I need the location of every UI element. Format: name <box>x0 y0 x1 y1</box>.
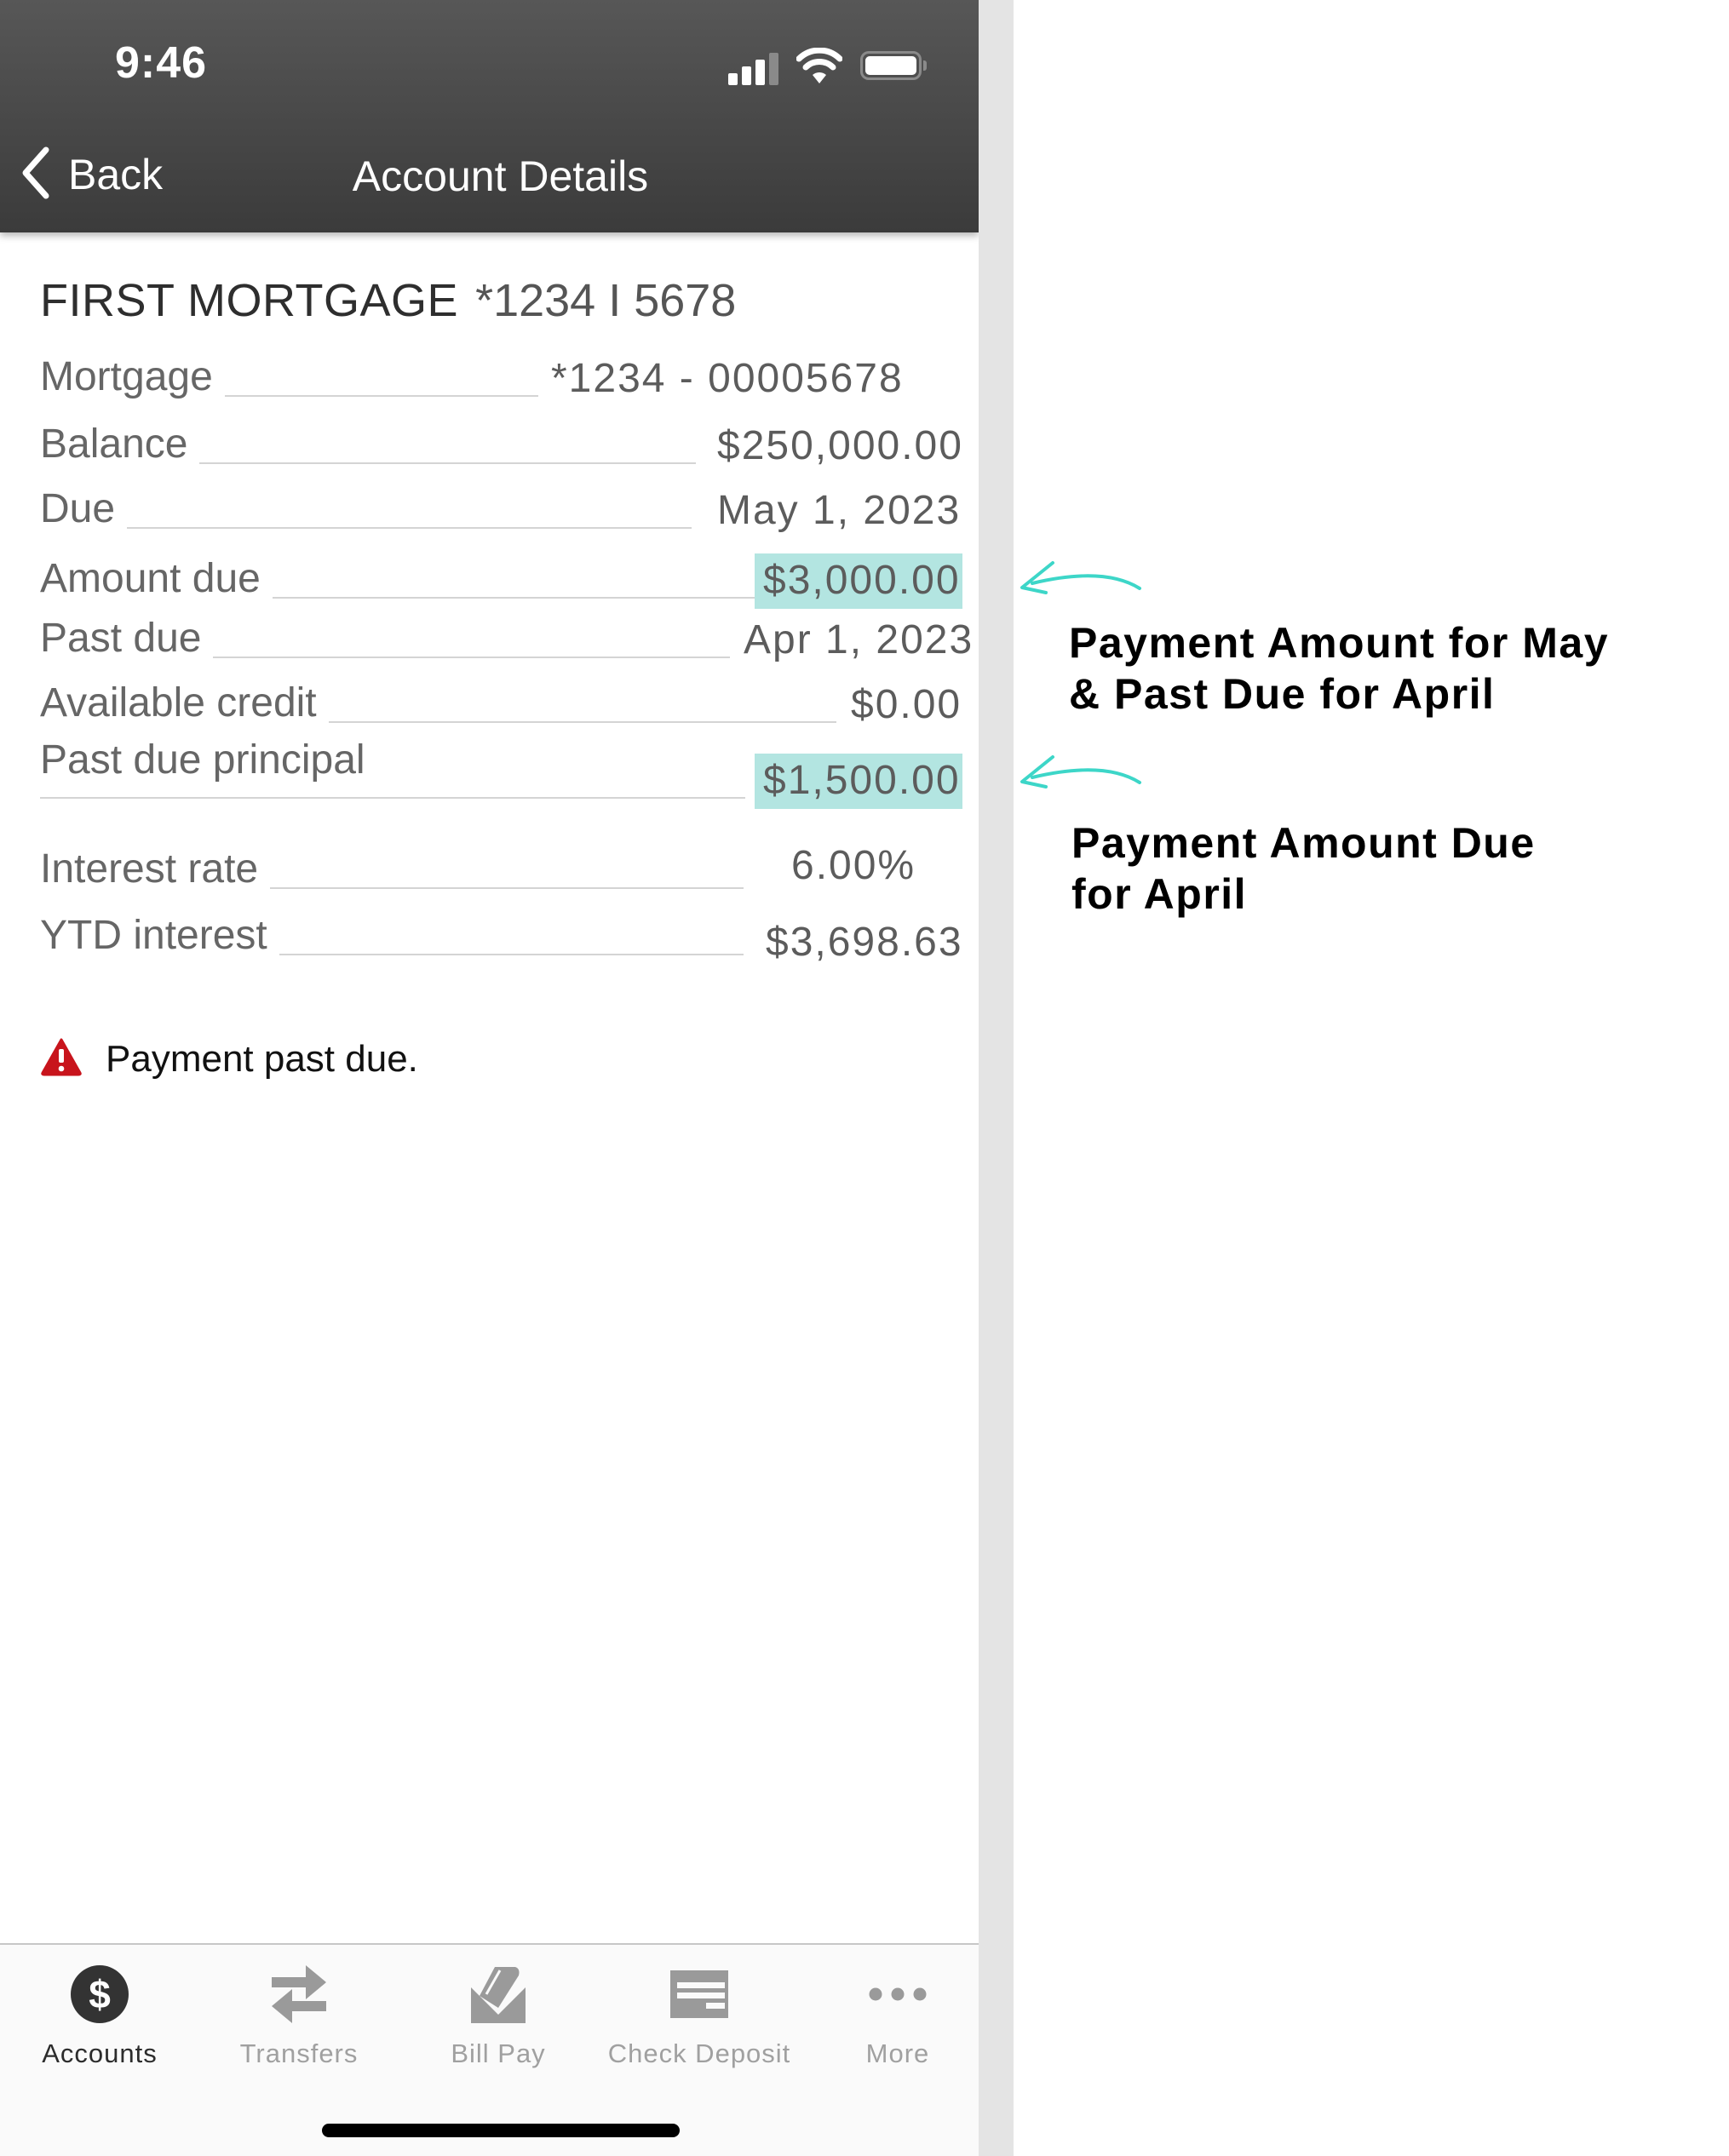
row-leader <box>40 797 745 799</box>
dollar-circle-icon: $ <box>69 1964 130 2025</box>
account-name: FIRST MORTGAGE <box>40 275 459 326</box>
tab-more[interactable]: More <box>800 1945 979 2090</box>
phone-screen: 9:46 Back Account Details FIRST MORTGAGE… <box>0 0 979 2156</box>
tab-label: Check Deposit <box>607 2038 791 2068</box>
tab-transfers[interactable]: Transfers <box>201 1945 397 2090</box>
app-header: 9:46 Back Account Details <box>0 0 979 232</box>
annotation-line: & Past Due for April <box>1069 670 1496 718</box>
detail-value: May 1, 2023 <box>717 488 962 533</box>
tab-label: Transfers <box>239 2038 359 2068</box>
warning-triangle-icon <box>41 1037 82 1081</box>
detail-label: Past due principal <box>40 737 377 783</box>
detail-label: Available credit <box>40 679 329 726</box>
tab-accounts[interactable]: $ Accounts <box>2 1945 198 2090</box>
detail-row-amount-due: Amount due $3,000.00 <box>40 553 977 609</box>
cellular-signal-icon <box>728 48 779 85</box>
account-heading: FIRST MORTGAGE *1234 I 5678 <box>40 274 736 327</box>
wifi-icon <box>796 47 843 85</box>
detail-value: Apr 1, 2023 <box>744 617 974 662</box>
annotation-past-due-principal: Payment Amount Due for April <box>1071 817 1536 920</box>
more-dots-icon <box>867 1964 928 2025</box>
warning-text: Payment past due. <box>106 1037 418 1080</box>
detail-label: Balance <box>40 421 200 467</box>
row-leader <box>40 527 692 529</box>
tab-label: Accounts <box>42 2038 158 2068</box>
detail-row-interest-rate: Interest rate 6.00% <box>40 843 977 899</box>
detail-label: Amount due <box>40 555 273 602</box>
tab-label: More <box>865 2038 930 2068</box>
detail-value: *1234 - 00005678 <box>551 356 904 401</box>
annotation-arrow-icon <box>1019 558 1146 613</box>
detail-label: Due <box>40 485 128 532</box>
divider-strip <box>979 0 1014 2156</box>
page-title: Account Details <box>352 152 649 200</box>
detail-value: 6.00% <box>791 843 916 888</box>
detail-row-ytd-interest: YTD interest $3,698.63 <box>40 912 977 966</box>
detail-value: $0.00 <box>851 682 962 727</box>
detail-label: Mortgage <box>40 353 225 400</box>
home-indicator[interactable] <box>322 2124 680 2137</box>
detail-label: Interest rate <box>40 846 271 892</box>
annotation-line: Payment Amount Due <box>1071 819 1536 867</box>
detail-row-due: Due May 1, 2023 <box>40 485 977 539</box>
detail-row-available-credit: Available credit $0.00 <box>40 679 977 733</box>
tab-label: Bill Pay <box>451 2038 546 2068</box>
detail-row-past-due: Past due Apr 1, 2023 <box>40 615 977 668</box>
payment-warning: Payment past due. <box>41 1037 418 1081</box>
account-number: *1234 I 5678 <box>475 275 737 326</box>
envelope-bill-icon <box>468 1964 529 2025</box>
svg-text:$: $ <box>89 1972 111 2016</box>
detail-label: YTD interest <box>40 912 279 959</box>
tab-bill-pay[interactable]: Bill Pay <box>400 1945 596 2090</box>
status-time: 9:46 <box>115 38 208 88</box>
annotation-amount-due: Payment Amount for May & Past Due for Ap… <box>1069 617 1609 720</box>
annotation-line: for April <box>1071 870 1248 918</box>
detail-row-balance: Balance $250,000.00 <box>40 421 977 474</box>
annotation-arrow-icon <box>1019 752 1146 807</box>
detail-row-past-due-principal: Past due principal $1,500.00 <box>40 737 977 809</box>
check-icon <box>669 1964 730 2025</box>
detail-label: Past due <box>40 615 214 662</box>
detail-value: $250,000.00 <box>717 423 963 468</box>
detail-value-highlighted: $1,500.00 <box>755 754 962 809</box>
detail-row-mortgage: Mortgage *1234 - 00005678 <box>40 353 977 407</box>
transfer-arrows-icon <box>268 1964 330 2025</box>
tab-check-deposit[interactable]: Check Deposit <box>601 1945 797 2090</box>
detail-value-highlighted: $3,000.00 <box>755 553 962 609</box>
detail-value: $3,698.63 <box>766 920 963 965</box>
annotation-line: Payment Amount for May <box>1069 619 1610 667</box>
